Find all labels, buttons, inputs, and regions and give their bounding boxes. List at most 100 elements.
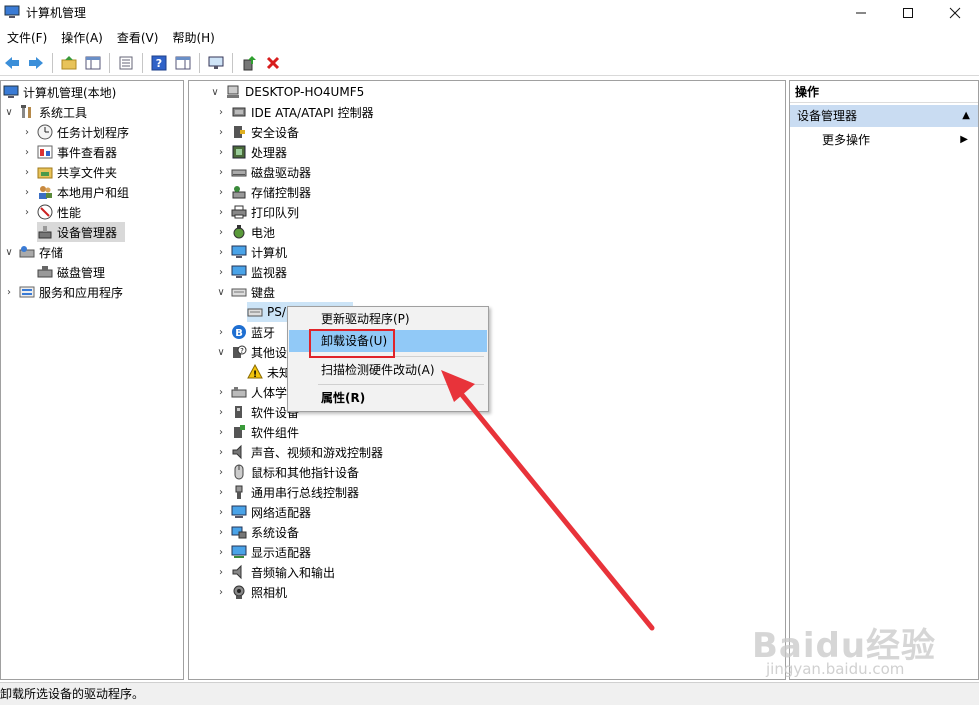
warning-icon: ! [247,364,263,380]
chevron-right-icon[interactable]: › [215,427,227,438]
chevron-right-icon[interactable]: › [215,467,227,478]
chevron-right-icon[interactable]: › [215,527,227,538]
chevron-right-icon[interactable]: › [21,207,33,218]
tree-item-event-viewer[interactable]: › 事件查看器 [21,142,117,162]
chevron-right-icon[interactable]: › [215,387,227,398]
chevron-right-icon[interactable]: › [215,167,227,178]
menu-action[interactable]: 操作(A) [54,27,110,49]
device-category[interactable]: › 计算机 [215,242,287,262]
actions-section-device-manager[interactable]: 设备管理器 ▲ [790,105,978,127]
device-category[interactable]: › IDE ATA/ATAPI 控制器 [215,102,374,122]
tree-item-services-apps[interactable]: › 服务和应用程序 [3,282,123,302]
chevron-down-icon[interactable]: ∨ [3,107,15,118]
tree-item-task-scheduler[interactable]: › 任务计划程序 [21,122,129,142]
collapse-up-icon[interactable]: ▲ [962,105,970,127]
chevron-right-icon[interactable]: › [215,187,227,198]
chevron-down-icon[interactable]: ∨ [215,287,227,298]
device-category[interactable]: › 监视器 [215,262,287,282]
chevron-right-icon[interactable]: › [21,187,33,198]
tree-item-device-manager[interactable]: 设备管理器 [37,222,125,242]
forward-button[interactable] [25,52,47,74]
device-category[interactable]: › 人体学 [215,382,287,402]
chevron-right-icon[interactable]: › [215,327,227,338]
uninstall-device-button[interactable] [262,52,284,74]
device-manager-icon [37,224,53,240]
chevron-right-icon[interactable]: › [215,587,227,598]
minimize-button[interactable] [838,0,884,26]
back-button[interactable] [1,52,23,74]
device-category[interactable]: › 照相机 [215,582,287,602]
chevron-right-icon[interactable]: › [215,227,227,238]
device-category[interactable]: › 音频输入和输出 [215,562,335,582]
show-hide-tree-button[interactable] [82,52,104,74]
device-category[interactable]: › 安全设备 [215,122,299,142]
up-level-button[interactable] [58,52,80,74]
menu-file[interactable]: 文件(F) [0,27,54,49]
device-category-keyboard[interactable]: ∨ 键盘 [215,282,275,302]
chevron-right-icon[interactable]: › [21,147,33,158]
device-category[interactable]: › 系统设备 [215,522,299,542]
tree-item-storage[interactable]: ∨ 存储 [3,242,63,262]
chevron-right-icon[interactable]: › [215,567,227,578]
update-driver-button[interactable] [238,52,260,74]
menu-scan-hardware[interactable]: 扫描检测硬件改动(A) [289,359,487,381]
device-category[interactable]: › 网络适配器 [215,502,311,522]
tree-item-system-tools[interactable]: ∨ 系统工具 [3,102,87,122]
device-category[interactable]: › 处理器 [215,142,287,162]
device-tree-root[interactable]: ∨ DESKTOP-HO4UMF5 [209,82,364,102]
tree-item-local-users[interactable]: › 本地用户和组 [21,182,129,202]
update-driver-icon [243,55,256,70]
tree-item-computer-management[interactable]: 计算机管理(本地) [3,82,116,102]
chevron-right-icon[interactable]: › [21,167,33,178]
tools-icon [19,104,35,120]
menu-update-driver[interactable]: 更新驱动程序(P) [289,308,487,330]
tree-item-shared-folders[interactable]: › 共享文件夹 [21,162,117,182]
chevron-right-icon[interactable]: › [3,287,15,298]
computer-name: DESKTOP-HO4UMF5 [245,85,365,99]
maximize-button[interactable] [885,0,931,26]
chevron-right-icon[interactable]: › [215,107,227,118]
device-category[interactable]: › 软件组件 [215,422,299,442]
chevron-right-icon[interactable]: › [215,147,227,158]
chevron-right-icon[interactable]: › [215,507,227,518]
close-button[interactable] [932,0,978,26]
device-category-other[interactable]: ∨ ? 其他设 [215,342,287,362]
menu-view[interactable]: 查看(V) [110,27,166,49]
chevron-right-icon[interactable]: › [215,407,227,418]
device-category[interactable]: › 打印队列 [215,202,299,222]
chevron-right-icon[interactable]: › [215,487,227,498]
tree-item-disk-management[interactable]: 磁盘管理 [37,262,105,282]
chevron-right-icon[interactable]: › [215,447,227,458]
export-list-button[interactable] [115,52,137,74]
device-unknown[interactable]: ! 未知 [247,362,291,382]
scan-hardware-button[interactable] [205,52,227,74]
monitor-scan-icon [208,56,224,69]
device-category[interactable]: › 鼠标和其他指针设备 [215,462,359,482]
chevron-down-icon[interactable]: ∨ [209,87,221,98]
show-action-pane-button[interactable] [172,52,194,74]
chevron-right-icon[interactable]: › [215,207,227,218]
device-category[interactable]: › 电池 [215,222,275,242]
more-actions-link[interactable]: 更多操作 [822,130,870,150]
device-category[interactable]: › 声音、视频和游戏控制器 [215,442,383,462]
device-category[interactable]: › 磁盘驱动器 [215,162,311,182]
device-category[interactable]: › 显示适配器 [215,542,311,562]
console-tree-panel: 计算机管理(本地) ∨ 系统工具 › 任务计划程序 › 事件查看器 › 共享文件… [0,80,184,680]
device-category[interactable]: › 通用串行总线控制器 [215,482,359,502]
chevron-down-icon[interactable]: ∨ [215,347,227,358]
chevron-right-icon[interactable]: › [215,127,227,138]
submenu-arrow-icon[interactable]: ▶ [960,130,968,150]
category-label: 照相机 [251,585,288,600]
chevron-down-icon[interactable]: ∨ [3,247,15,258]
tree-item-performance[interactable]: › 性能 [21,202,81,222]
menu-properties[interactable]: 属性(R) [289,387,487,409]
help-button[interactable]: ? [148,52,170,74]
chevron-right-icon[interactable]: › [215,547,227,558]
chevron-right-icon[interactable]: › [215,247,227,258]
chevron-right-icon[interactable]: › [21,127,33,138]
computer-icon [225,84,241,100]
menu-help[interactable]: 帮助(H) [165,27,221,49]
device-category[interactable]: › B 蓝牙 [215,322,275,342]
device-category[interactable]: › 存储控制器 [215,182,311,202]
chevron-right-icon[interactable]: › [215,267,227,278]
